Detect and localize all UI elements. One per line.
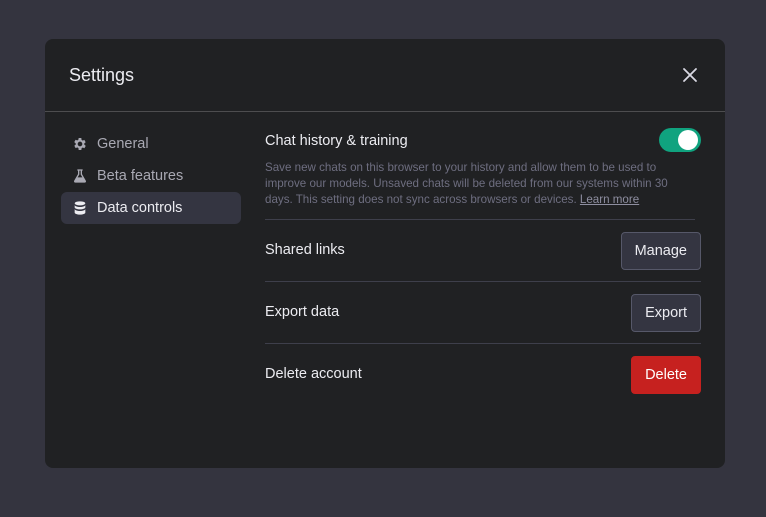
sidebar-item-beta-features[interactable]: Beta features <box>61 160 241 192</box>
delete-account-row: Delete account Delete <box>265 344 701 406</box>
export-button[interactable]: Export <box>631 294 701 332</box>
sidebar-item-data-controls[interactable]: Data controls <box>61 192 241 224</box>
settings-sidebar: General Beta features Data controls <box>61 128 241 224</box>
manage-button[interactable]: Manage <box>620 232 701 270</box>
export-data-label: Export data <box>265 304 340 320</box>
shared-links-label: Shared links <box>265 242 345 258</box>
delete-account-label: Delete account <box>265 366 362 382</box>
learn-more-link[interactable]: Learn more <box>580 193 639 206</box>
close-icon <box>683 68 697 82</box>
settings-dialog: Settings General Beta features Data cont… <box>45 39 725 468</box>
gear-icon <box>71 135 89 153</box>
chat-history-toggle[interactable] <box>659 128 701 152</box>
sidebar-item-general[interactable]: General <box>61 128 241 160</box>
close-button[interactable] <box>681 66 699 84</box>
toggle-knob <box>678 130 698 150</box>
delete-button[interactable]: Delete <box>631 356 701 394</box>
sidebar-item-label: Beta features <box>97 168 184 184</box>
sidebar-item-label: General <box>97 136 149 152</box>
database-icon <box>71 199 89 217</box>
chat-history-title: Chat history & training <box>265 133 408 149</box>
export-data-row: Export data Export <box>265 282 701 344</box>
flask-icon <box>71 167 89 185</box>
sidebar-item-label: Data controls <box>97 200 183 216</box>
chat-history-description: Save new chats on this browser to your h… <box>265 160 695 220</box>
shared-links-row: Shared links Manage <box>265 220 701 282</box>
dialog-header: Settings <box>45 39 725 112</box>
chat-history-row: Chat history & training <box>265 128 701 160</box>
settings-content: Chat history & training Save new chats o… <box>265 128 701 406</box>
dialog-title: Settings <box>69 65 135 85</box>
